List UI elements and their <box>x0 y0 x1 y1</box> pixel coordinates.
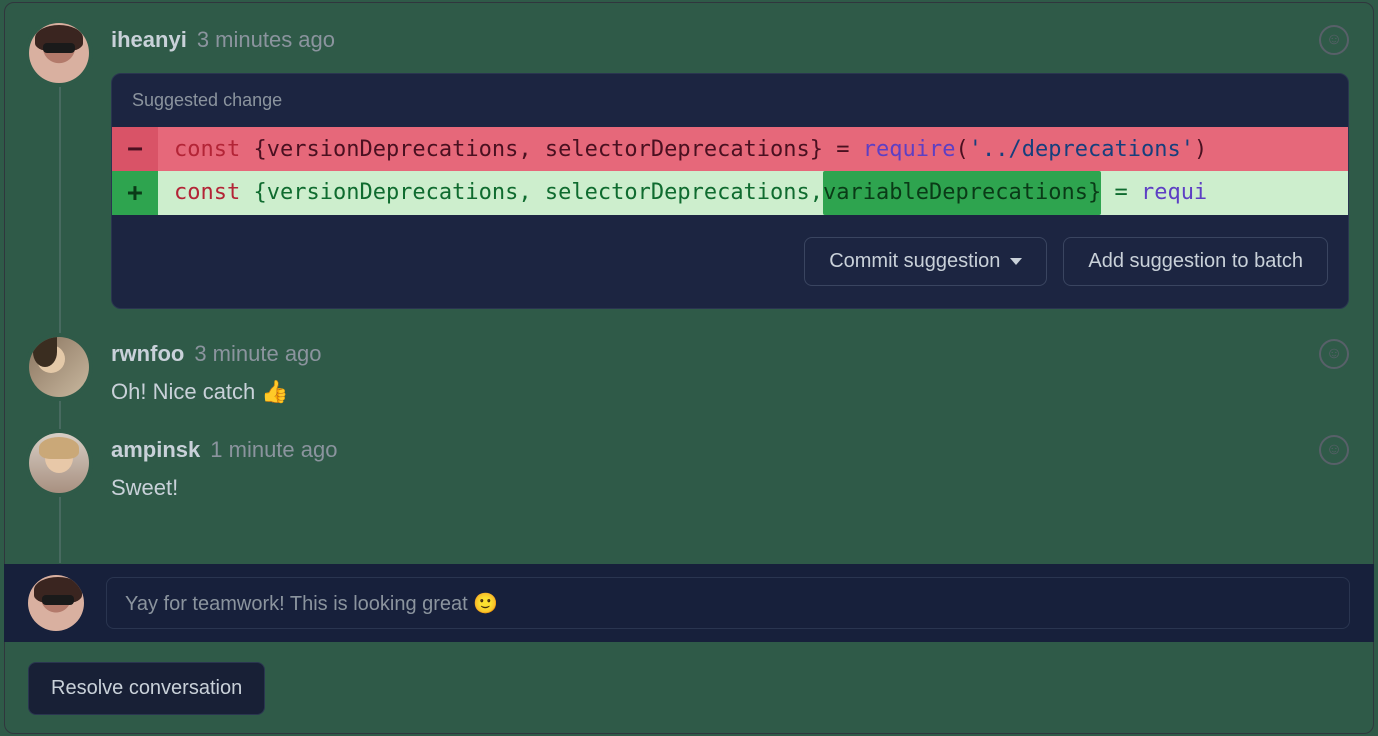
diff-added-line: + const {versionDeprecations, selectorDe… <box>112 171 1348 215</box>
comment: ampinsk 1 minute ago Sweet! <box>29 433 1349 501</box>
reply-input-value: Yay for teamwork! This is looking great … <box>125 591 498 616</box>
comment-text: Oh! Nice catch 👍 <box>111 379 1349 405</box>
chevron-down-icon <box>1010 258 1022 265</box>
comment: iheanyi 3 minutes ago Suggested change −… <box>29 23 1349 309</box>
add-reaction-icon[interactable] <box>1319 25 1349 55</box>
footer-bar: Resolve conversation <box>4 642 1374 734</box>
comment-text: Sweet! <box>111 475 1349 501</box>
resolve-conversation-button[interactable]: Resolve conversation <box>28 662 265 715</box>
avatar[interactable] <box>29 23 89 83</box>
add-reaction-icon[interactable] <box>1319 435 1349 465</box>
comment-body: rwnfoo 3 minute ago Oh! Nice catch 👍 <box>111 337 1349 405</box>
avatar[interactable] <box>29 337 89 397</box>
comment-header: iheanyi 3 minutes ago <box>111 25 1349 55</box>
button-label: Commit suggestion <box>829 250 1000 273</box>
comment-header: ampinsk 1 minute ago <box>111 435 1349 465</box>
reply-input[interactable]: Yay for teamwork! This is looking great … <box>106 577 1350 629</box>
author-name[interactable]: rwnfoo <box>111 341 184 367</box>
add-reaction-icon[interactable] <box>1319 339 1349 369</box>
timestamp: 1 minute ago <box>210 437 337 463</box>
code-deleted: const {versionDeprecations, selectorDepr… <box>158 137 1348 162</box>
comment-body: ampinsk 1 minute ago Sweet! <box>111 433 1349 501</box>
suggestion-header: Suggested change <box>112 74 1348 127</box>
code-added: const {versionDeprecations, selectorDepr… <box>158 171 1348 215</box>
comment-body: iheanyi 3 minutes ago Suggested change −… <box>111 23 1349 309</box>
diff-marker-added: + <box>112 171 158 215</box>
suggestion-actions: Commit suggestion Add suggestion to batc… <box>112 215 1348 308</box>
author-name[interactable]: ampinsk <box>111 437 200 463</box>
reply-bar: Yay for teamwork! This is looking great … <box>4 564 1374 642</box>
timestamp: 3 minutes ago <box>197 27 335 53</box>
diff-deleted-line: − const {versionDeprecations, selectorDe… <box>112 127 1348 171</box>
diff-marker-deleted: − <box>112 127 158 171</box>
comment-header: rwnfoo 3 minute ago <box>111 339 1349 369</box>
avatar[interactable] <box>28 575 84 631</box>
suggestion-card: Suggested change − const {versionDepreca… <box>111 73 1349 309</box>
add-suggestion-to-batch-button[interactable]: Add suggestion to batch <box>1063 237 1328 286</box>
thread: iheanyi 3 minutes ago Suggested change −… <box>5 3 1373 501</box>
timestamp: 3 minute ago <box>194 341 321 367</box>
button-label: Add suggestion to batch <box>1088 250 1303 273</box>
avatar[interactable] <box>29 433 89 493</box>
comment: rwnfoo 3 minute ago Oh! Nice catch 👍 <box>29 337 1349 405</box>
commit-suggestion-button[interactable]: Commit suggestion <box>804 237 1047 286</box>
author-name[interactable]: iheanyi <box>111 27 187 53</box>
